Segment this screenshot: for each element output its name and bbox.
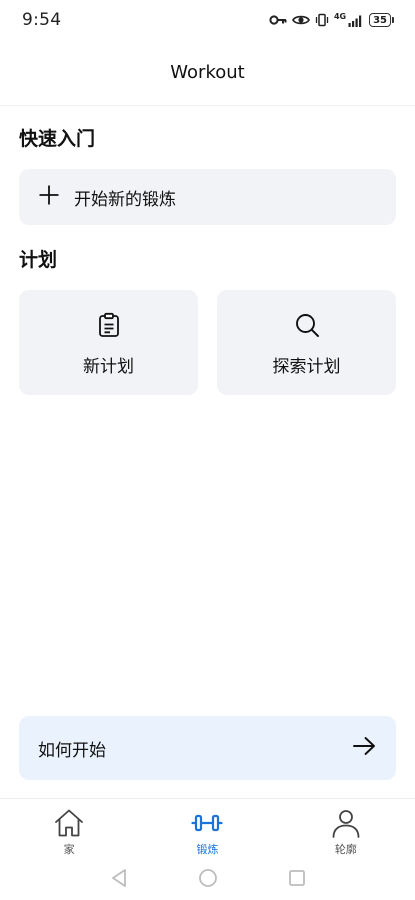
- start-new-workout-label: 开始新的锻炼: [74, 189, 176, 210]
- person-icon: [330, 807, 362, 839]
- status-bar: 9:54 4G 35: [0, 0, 415, 40]
- status-icons: 4G 35: [269, 11, 394, 27]
- home-circle-icon[interactable]: [198, 868, 218, 888]
- arrow-right-icon: [352, 736, 376, 760]
- plans-heading: 计划: [19, 249, 58, 271]
- explore-plans-button[interactable]: 探索计划: [217, 290, 396, 395]
- network-type: 4G: [333, 11, 347, 21]
- workout-screen: 9:54 4G 35 Workout 快速入门 开始新的锻炼 计划 新计划 探索…: [0, 0, 415, 900]
- signal-icon: [348, 14, 364, 27]
- battery-indicator: 35: [369, 13, 394, 27]
- quick-start-heading: 快速入门: [19, 128, 96, 150]
- bottom-navigation: 家 锻炼 轮廓: [0, 798, 415, 856]
- back-triangle-icon[interactable]: [110, 868, 128, 888]
- how-to-start-label: 如何开始: [38, 740, 106, 761]
- nav-label-workout: 锻炼: [196, 843, 219, 856]
- home-icon: [53, 807, 85, 839]
- new-plan-button[interactable]: 新计划: [19, 290, 198, 395]
- eye-icon: [291, 14, 310, 26]
- nav-label-profile: 轮廓: [334, 843, 357, 856]
- system-navigation-bar: [0, 858, 415, 898]
- nav-label-home: 家: [63, 843, 75, 856]
- explore-plans-label: 探索计划: [272, 357, 341, 377]
- nav-item-home[interactable]: 家: [0, 799, 138, 856]
- vibrate-icon: [315, 13, 329, 27]
- dumbbell-icon: [191, 807, 224, 839]
- status-time: 9:54: [22, 10, 62, 30]
- start-new-workout-button[interactable]: 开始新的锻炼: [19, 169, 396, 225]
- nav-item-workout[interactable]: 锻炼: [138, 799, 276, 856]
- clipboard-icon: [96, 308, 122, 352]
- new-plan-label: 新计划: [83, 357, 134, 377]
- search-icon: [294, 308, 320, 352]
- page-title: Workout: [170, 62, 245, 83]
- nav-item-profile[interactable]: 轮廓: [277, 799, 415, 856]
- app-header: Workout: [0, 40, 415, 106]
- key-icon: [269, 14, 287, 26]
- how-to-start-button[interactable]: 如何开始: [19, 716, 396, 780]
- plus-icon: [39, 185, 74, 209]
- recents-square-icon[interactable]: [288, 869, 306, 887]
